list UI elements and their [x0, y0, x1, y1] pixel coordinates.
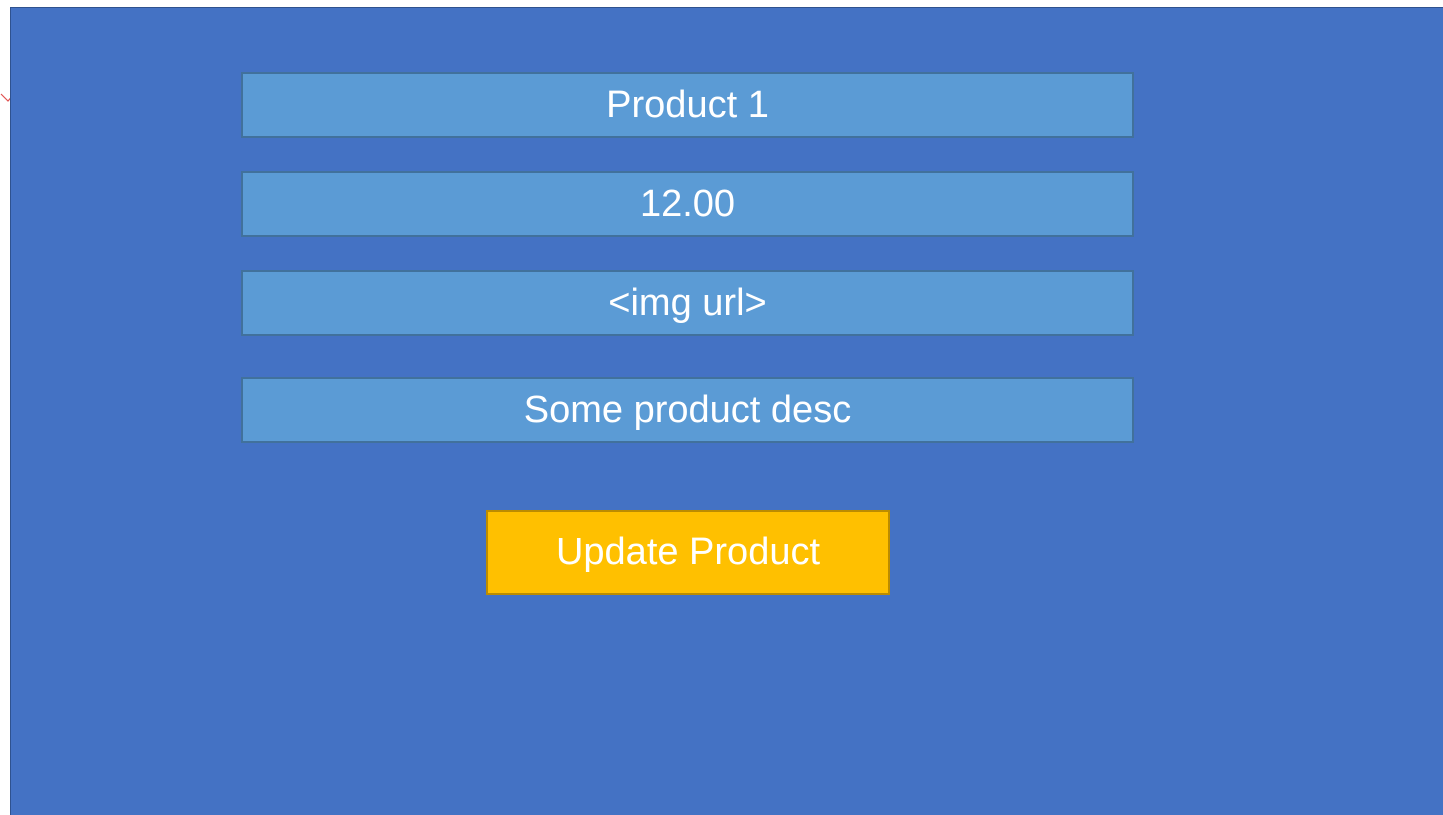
update-product-button[interactable]: Update Product: [486, 510, 890, 595]
edit-product-panel: Product 1 12.00 <img url> Some product d…: [10, 7, 1443, 815]
product-name-field[interactable]: Product 1: [241, 72, 1134, 138]
product-image-url-field[interactable]: <img url>: [241, 270, 1134, 336]
mockup-canvas: Product 1 12.00 <img url> Some product d…: [0, 0, 1443, 815]
product-description-field[interactable]: Some product desc: [241, 377, 1134, 443]
product-price-field[interactable]: 12.00: [241, 171, 1134, 237]
